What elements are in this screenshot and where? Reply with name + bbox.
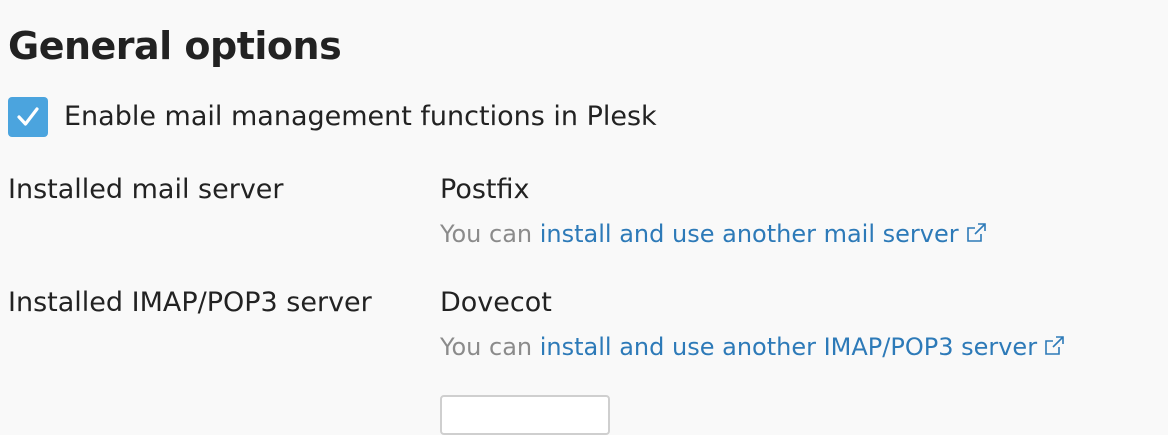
mail-management-checkbox-label[interactable]: Enable mail management functions in Ples… [64,97,657,137]
partially-visible-button[interactable] [440,395,610,435]
mail-server-hint: You can install and use another mail ser… [440,218,987,250]
imap-server-hint: You can install and use another IMAP/POP… [440,331,1065,363]
install-another-mail-server-link[interactable]: install and use another mail server [540,220,987,248]
installed-imap-server-label: Installed IMAP/POP3 server [8,287,372,318]
install-another-imap-server-link[interactable]: install and use another IMAP/POP3 server [540,333,1065,361]
mail-management-checkbox[interactable] [8,97,48,137]
installed-mail-server-value: Postfix [440,174,530,205]
external-link-icon [966,223,986,242]
section-title: General options [8,24,342,68]
mail-management-checkbox-row[interactable]: Enable mail management functions in Ples… [8,97,657,137]
checkmark-icon [17,107,39,126]
installed-imap-server-value: Dovecot [440,287,552,318]
mail-server-hint-text: You can [440,220,540,248]
imap-server-hint-text: You can [440,333,540,361]
installed-mail-server-label: Installed mail server [8,174,284,205]
external-link-icon [1045,336,1064,355]
